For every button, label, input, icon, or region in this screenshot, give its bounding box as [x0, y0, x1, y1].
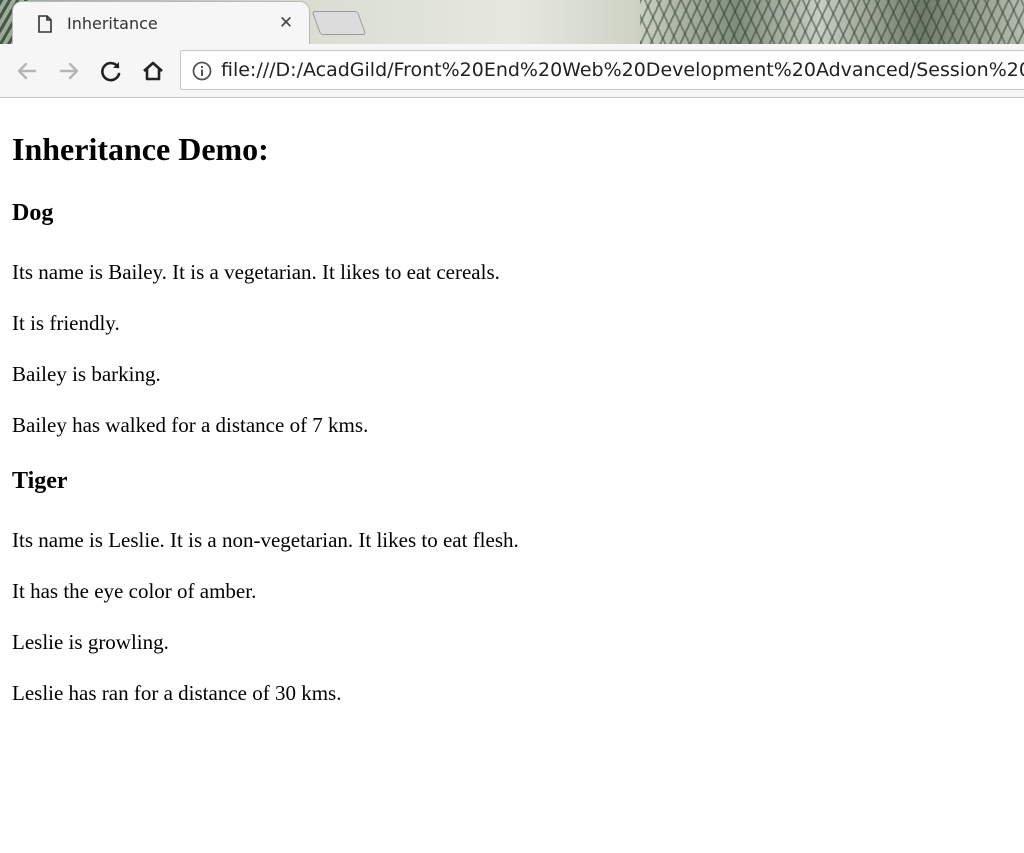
- reload-icon[interactable]: [97, 57, 125, 85]
- paragraph: Leslie is growling.: [12, 630, 169, 654]
- paragraph: Bailey has walked for a distance of 7 km…: [12, 413, 369, 437]
- new-tab-button[interactable]: [311, 11, 367, 35]
- url-text: file:///D:/AcadGild/Front%20End%20Web%20…: [221, 59, 1024, 81]
- page-title: Inheritance Demo:: [12, 131, 269, 167]
- tab-title: Inheritance: [67, 14, 158, 33]
- section-title-tiger: Tiger: [12, 468, 68, 494]
- forward-arrow-icon[interactable]: [55, 57, 83, 85]
- home-icon[interactable]: [139, 57, 167, 85]
- tab-strip: Inheritance ✕: [0, 0, 1024, 44]
- paragraph: Bailey is barking.: [12, 362, 161, 386]
- paragraph: It is friendly.: [12, 311, 120, 335]
- paragraph: It has the eye color of amber.: [12, 579, 257, 603]
- back-arrow-icon[interactable]: [13, 57, 41, 85]
- address-bar[interactable]: file:///D:/AcadGild/Front%20End%20Web%20…: [180, 50, 1024, 90]
- page-icon: [38, 15, 52, 33]
- tab-inheritance[interactable]: Inheritance ✕: [12, 1, 310, 44]
- browser-toolbar: file:///D:/AcadGild/Front%20End%20Web%20…: [0, 44, 1024, 98]
- info-icon[interactable]: [191, 60, 213, 82]
- paragraph: Its name is Leslie. It is a non-vegetari…: [12, 528, 519, 552]
- background-image: [640, 0, 1024, 44]
- close-icon[interactable]: ✕: [276, 13, 296, 33]
- paragraph: Its name is Bailey. It is a vegetarian. …: [12, 260, 500, 284]
- section-title-dog: Dog: [12, 200, 54, 226]
- paragraph: Leslie has ran for a distance of 30 kms.: [12, 681, 342, 705]
